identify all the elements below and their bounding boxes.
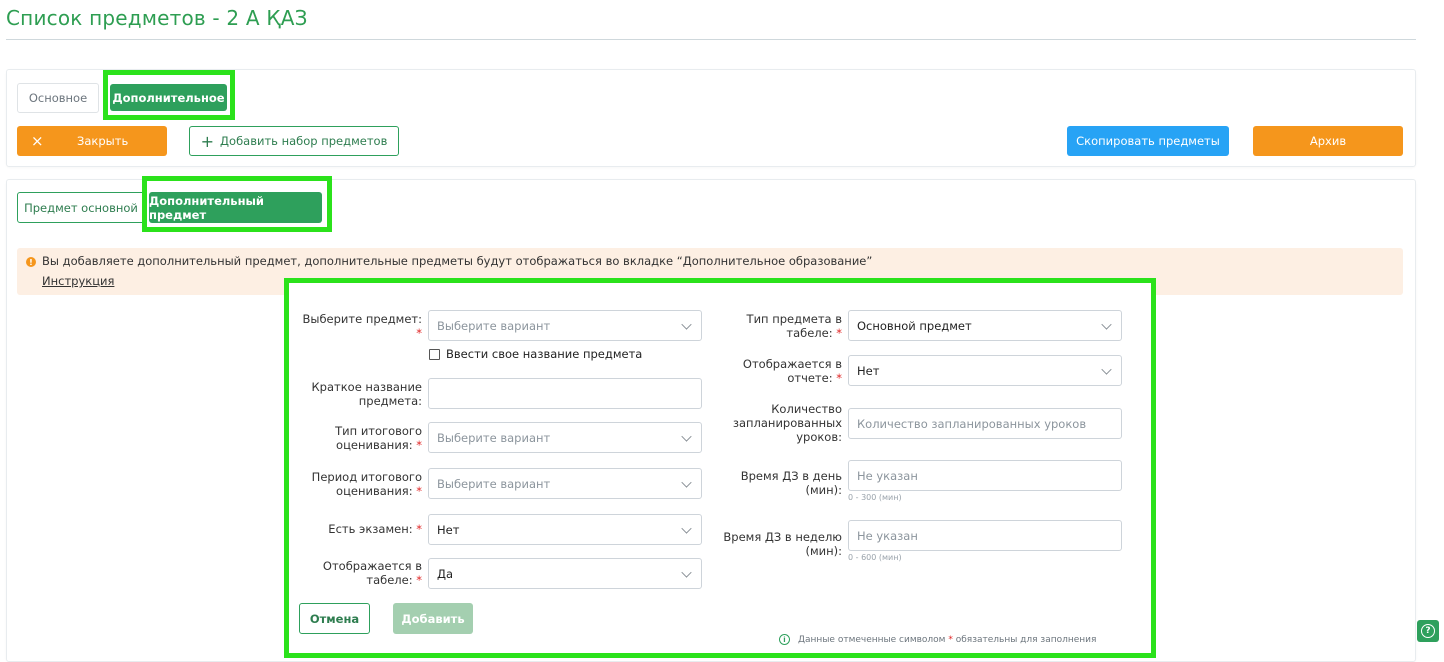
required-mark: * — [948, 634, 953, 645]
add-subject-set-button[interactable]: + Добавить набор предметов — [189, 126, 399, 156]
custom-name-checkbox-label: Ввести свое название предмета — [446, 347, 643, 361]
required-mark: * — [416, 484, 422, 498]
notice-text: Вы добавляете дополнительный предмет, до… — [42, 254, 873, 268]
in-table-text: Отображается в табеле: — [322, 559, 422, 587]
final-assessment-type-placeholder: Выберите вариант — [437, 430, 551, 445]
close-button[interactable]: × Закрыть — [17, 126, 167, 156]
close-icon: × — [31, 132, 44, 150]
required-mark: * — [836, 326, 842, 340]
planned-lessons-text: Количество запланированных уроков: — [732, 402, 842, 444]
chevron-down-icon — [681, 477, 692, 488]
required-mark: * — [836, 371, 842, 385]
add-subject-set-label: Добавить набор предметов — [220, 134, 388, 148]
subject-label-text: Выберите предмет: — [302, 312, 422, 326]
table-subject-type-select[interactable]: Основной предмет — [848, 310, 1122, 341]
required-note-before: Данные отмеченные символом — [798, 634, 946, 645]
in-report-value: Нет — [857, 363, 880, 378]
hw-per-week-hint: 0 - 600 (мин) — [848, 553, 902, 562]
has-exam-select[interactable]: Нет — [428, 514, 702, 545]
in-report-label: Отображается в отчете: * — [716, 357, 842, 385]
custom-name-checkbox[interactable] — [429, 349, 440, 360]
subtab-basic-subject[interactable]: Предмет основной — [17, 192, 145, 223]
tab-extra[interactable]: Дополнительное — [110, 84, 227, 111]
required-mark: * — [416, 326, 422, 340]
in-table-select[interactable]: Да — [428, 558, 702, 589]
plus-icon: + — [200, 131, 215, 151]
has-exam-text: Есть экзамен: — [328, 522, 413, 536]
required-note-after: обязательны для заполнения — [955, 634, 1097, 645]
info-icon: i — [779, 634, 790, 645]
instruction-link[interactable]: Инструкция — [42, 274, 114, 288]
required-mark: * — [416, 573, 422, 587]
table-subject-type-text: Тип предмета в табеле: — [746, 312, 842, 340]
subtab-extra-subject[interactable]: Дополнительный предмет — [149, 192, 322, 223]
subject-label: Выберите предмет: * — [296, 312, 422, 340]
table-subject-type-label: Тип предмета в табеле: * — [716, 312, 842, 340]
required-fields-note: i Данные отмеченные символом * обязатель… — [779, 634, 1096, 645]
final-assessment-period-label: Период итогового оценивания: * — [296, 470, 422, 498]
table-subject-type-value: Основной предмет — [857, 318, 972, 333]
close-button-label: Закрыть — [77, 134, 129, 148]
hw-per-day-text: Время ДЗ в день (мин): — [740, 469, 842, 497]
page: Список предметов - 2 А ҚАЗ Основное Допо… — [0, 0, 1444, 662]
add-subject-button[interactable]: Добавить — [393, 603, 473, 634]
hw-per-week-label: Время ДЗ в неделю (мин): — [716, 530, 842, 558]
chevron-down-icon — [681, 431, 692, 442]
archive-button[interactable]: Архив — [1253, 126, 1403, 156]
cancel-button[interactable]: Отмена — [299, 603, 370, 634]
chevron-down-icon — [1101, 319, 1112, 330]
has-exam-label: Есть экзамен: * — [296, 522, 422, 536]
planned-lessons-input[interactable]: Количество запланированных уроков — [848, 408, 1122, 439]
final-assessment-type-text: Тип итогового оценивания: — [335, 424, 422, 452]
chevron-down-icon — [681, 319, 692, 330]
page-title: Список предметов - 2 А ҚАЗ — [6, 6, 308, 30]
title-divider — [6, 39, 1416, 40]
hw-per-week-input[interactable]: Не указан — [848, 520, 1122, 551]
chevron-down-icon — [681, 567, 692, 578]
in-report-select[interactable]: Нет — [848, 355, 1122, 386]
planned-lessons-label: Количество запланированных уроков: — [706, 402, 842, 444]
in-table-value: Да — [437, 566, 454, 581]
subject-select-placeholder: Выберите вариант — [437, 318, 551, 333]
subject-select[interactable]: Выберите вариант — [428, 310, 702, 341]
hw-per-day-hint: 0 - 300 (мин) — [848, 493, 902, 502]
final-assessment-type-label: Тип итогового оценивания: * — [296, 424, 422, 452]
tab-basic[interactable]: Основное — [17, 83, 99, 113]
required-mark: * — [416, 438, 422, 452]
short-name-label-text: Краткое название предмета: — [311, 380, 423, 408]
has-exam-value: Нет — [437, 522, 460, 537]
hw-per-day-input[interactable]: Не указан — [848, 460, 1122, 491]
final-assessment-period-placeholder: Выберите вариант — [437, 476, 551, 491]
chevron-down-icon — [681, 523, 692, 534]
in-table-label: Отображается в табеле: * — [296, 559, 422, 587]
final-assessment-period-select[interactable]: Выберите вариант — [428, 468, 702, 499]
warning-icon: ! — [26, 257, 36, 267]
hw-per-day-label: Время ДЗ в день (мин): — [716, 469, 842, 497]
final-assessment-type-select[interactable]: Выберите вариант — [428, 422, 702, 453]
hw-per-week-text: Время ДЗ в неделю (мин): — [723, 530, 842, 558]
in-report-text: Отображается в отчете: — [742, 357, 842, 385]
help-button[interactable]: ? — [1417, 620, 1439, 642]
final-assessment-period-text: Период итогового оценивания: — [311, 470, 422, 498]
required-mark: * — [416, 522, 422, 536]
chevron-down-icon — [1101, 364, 1112, 375]
help-icon: ? — [1421, 624, 1435, 638]
short-name-input[interactable] — [428, 378, 702, 409]
short-name-label: Краткое название предмета: — [296, 380, 423, 408]
copy-subjects-button[interactable]: Скопировать предметы — [1067, 126, 1229, 156]
